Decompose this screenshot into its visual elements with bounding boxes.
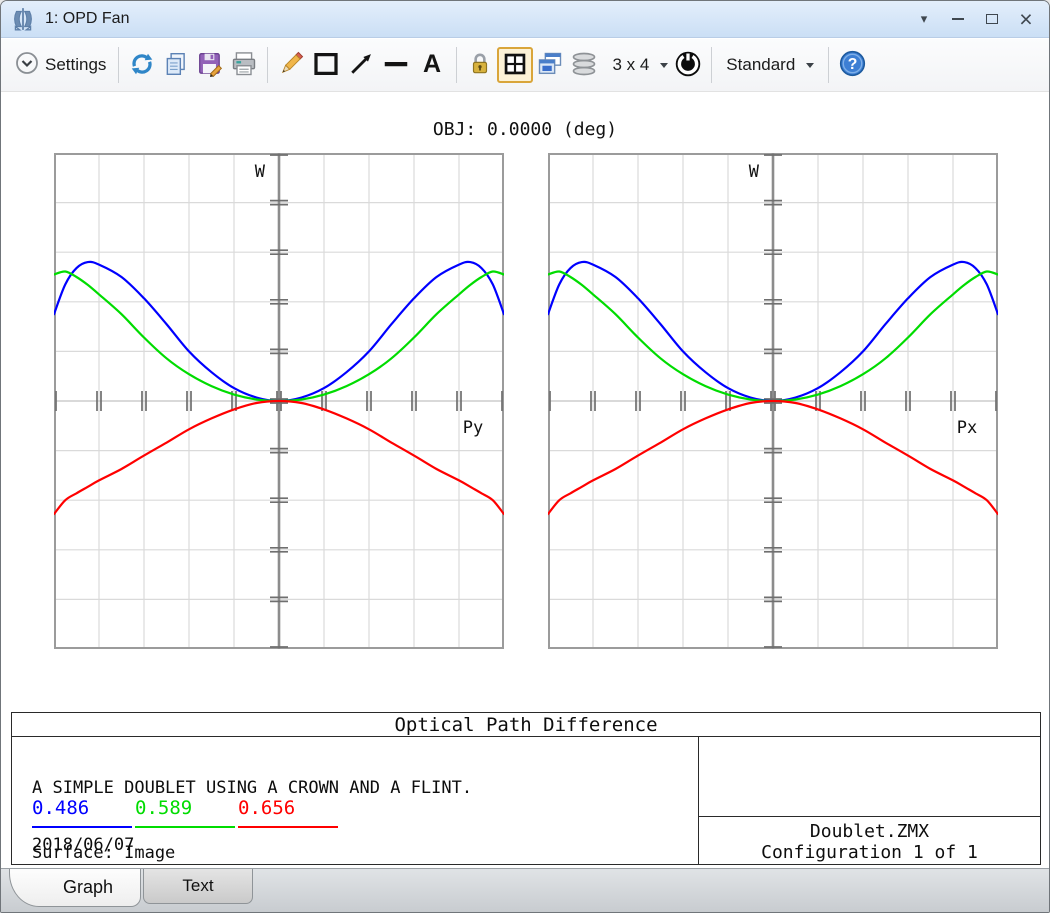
style-dropdown[interactable]: Standard: [718, 46, 822, 84]
tab-graph[interactable]: Graph: [9, 869, 141, 907]
surface-label: Surface: Image: [32, 843, 175, 863]
line-icon: [381, 49, 411, 82]
toolbar-separator: [118, 47, 119, 83]
refresh-icon: [129, 51, 155, 80]
svg-text:?: ?: [847, 56, 857, 73]
opd-fan-window: 1: OPD Fan ▾ × Settings: [0, 0, 1050, 913]
pencil-icon: [277, 50, 305, 81]
help-icon: ?: [839, 50, 866, 80]
auto-update-icon: [674, 50, 702, 81]
lock-icon: [467, 51, 493, 80]
field-heading: OBJ: 0.0000 (deg): [1, 119, 1049, 140]
titlebar[interactable]: 1: OPD Fan ▾ ×: [1, 1, 1049, 38]
legend-item: 0.656: [238, 797, 338, 819]
footer-panel: Optical Path Difference A SIMPLE DOUBLET…: [11, 712, 1041, 865]
copy-button[interactable]: [159, 46, 193, 84]
legend-item: 0.486: [32, 797, 132, 819]
svg-text:Px: Px: [957, 418, 977, 438]
caret-down-icon: [660, 63, 668, 68]
auto-update-button[interactable]: [671, 46, 705, 84]
grid-layout-label: 3 x 4: [612, 55, 649, 75]
plot-title: Optical Path Difference: [12, 713, 1040, 737]
wavelength-value: 0.589: [135, 797, 192, 819]
legend-line: [135, 826, 235, 828]
minimize-icon: [952, 18, 964, 20]
opd-plot-sagittal: W Px: [548, 153, 998, 649]
svg-text:Py: Py: [463, 418, 483, 438]
fit-window-button[interactable]: [497, 47, 533, 83]
settings-label: Settings: [45, 55, 106, 75]
toolbar-separator: [267, 47, 268, 83]
tab-text[interactable]: Text: [143, 869, 253, 904]
clone-window-icon: [536, 50, 564, 81]
minimize-button[interactable]: [943, 6, 973, 32]
draw-rectangle-button[interactable]: [308, 46, 344, 84]
opd-plot-tangential: W Py: [54, 153, 504, 649]
fit-window-icon: [502, 51, 528, 80]
file-name: Doublet.ZMX: [699, 821, 1040, 842]
svg-text:A: A: [423, 50, 441, 78]
draw-line-button[interactable]: [378, 46, 414, 84]
maximize-button[interactable]: [977, 6, 1007, 32]
lock-button[interactable]: [463, 46, 497, 84]
rectangle-icon: [311, 49, 341, 82]
add-text-button[interactable]: A: [414, 46, 450, 84]
close-icon: ×: [1019, 9, 1032, 29]
legend-line: [238, 826, 338, 828]
settings-button[interactable]: Settings: [9, 46, 112, 84]
toolbar: Settings: [1, 39, 1049, 92]
layers-icon: [570, 50, 598, 81]
maximize-icon: [986, 14, 998, 24]
clone-window-button[interactable]: [533, 46, 567, 84]
help-button[interactable]: ?: [835, 46, 869, 84]
window-menu-caret[interactable]: ▾: [909, 6, 939, 32]
toolbar-separator: [711, 47, 712, 83]
toolbar-separator: [456, 47, 457, 83]
configuration-label: Configuration 1 of 1: [699, 842, 1040, 863]
caret-down-icon: [806, 63, 814, 68]
wavelength-value: 0.656: [238, 797, 295, 819]
copy-icon: [163, 51, 189, 80]
draw-arrow-button[interactable]: [344, 46, 378, 84]
text-tool-icon: A: [417, 49, 447, 82]
legend-line: [32, 826, 132, 828]
file-info-cell: Doublet.ZMX Configuration 1 of 1: [699, 816, 1040, 864]
layers-button[interactable]: [567, 46, 601, 84]
toolbar-separator: [828, 47, 829, 83]
arrow-icon: [347, 50, 375, 81]
window-controls: ▾ ×: [909, 6, 1041, 32]
tabbar: Graph Text: [1, 868, 1049, 913]
print-icon: [230, 50, 258, 81]
style-label: Standard: [726, 55, 795, 75]
legend-item: 0.589: [135, 797, 235, 819]
refresh-button[interactable]: [125, 46, 159, 84]
svg-text:W: W: [749, 162, 760, 182]
caret-down-icon: ▾: [921, 11, 928, 27]
zemax-lens-icon: [9, 5, 37, 33]
wavelength-value: 0.486: [32, 797, 89, 819]
window-title: 1: OPD Fan: [45, 10, 909, 28]
save-icon: [197, 51, 223, 80]
title-line: A SIMPLE DOUBLET USING A CROWN AND A FLI…: [32, 779, 472, 798]
save-button[interactable]: [193, 46, 227, 84]
svg-text:W: W: [255, 162, 266, 182]
print-button[interactable]: [227, 46, 261, 84]
close-button[interactable]: ×: [1011, 6, 1041, 32]
annotate-pencil-button[interactable]: [274, 46, 308, 84]
chevron-down-circle-icon: [15, 51, 39, 80]
grid-layout-dropdown[interactable]: 3 x 4: [609, 46, 671, 84]
